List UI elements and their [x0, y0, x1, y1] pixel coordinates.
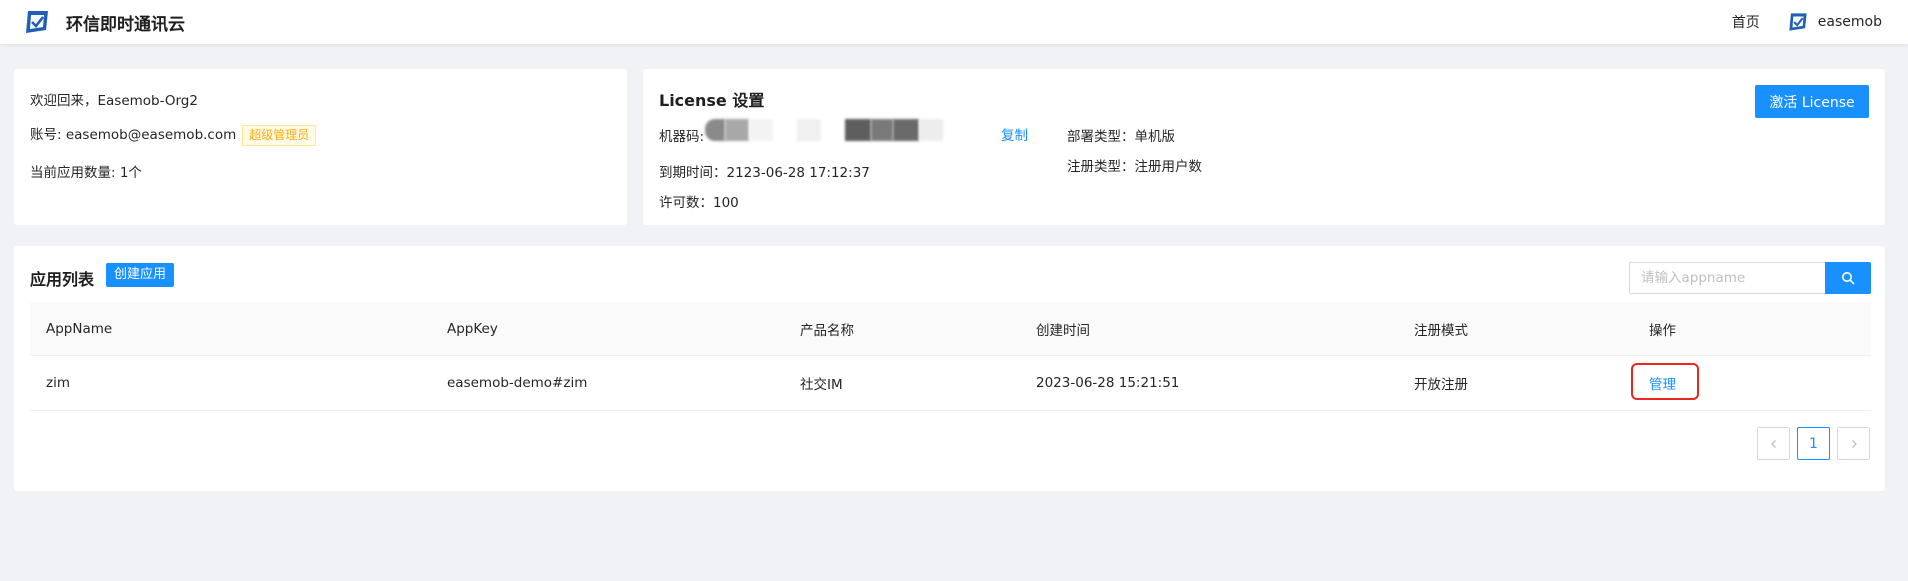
col-created: 创建时间: [1036, 322, 1090, 339]
col-action: 操作: [1649, 322, 1676, 339]
deploy-type: 部署类型：单机版: [1067, 129, 1175, 145]
app-list-card: 应用列表 创建应用 AppName AppKey 产品名称 创建时间 注册模式 …: [14, 246, 1885, 491]
cell-product: 社交IM: [800, 377, 843, 393]
prev-page-button[interactable]: [1757, 427, 1790, 460]
chevron-right-icon: [1851, 439, 1857, 448]
role-badge: 超级管理员: [242, 124, 317, 146]
username: easemob: [1817, 14, 1882, 30]
account-line: 账号: easemob@easemob.com 超级管理员: [30, 123, 317, 146]
col-register-mode: 注册模式: [1414, 322, 1468, 339]
manage-cell: 管理: [1649, 356, 1676, 410]
table-row: zim easemob-demo#zim 社交IM 2023-06-28 15:…: [30, 356, 1871, 411]
col-appkey: AppKey: [447, 320, 498, 337]
user-avatar-icon: [1789, 13, 1807, 31]
license-card: License 设置 机器码: 复制 到期时间：2123-06-28 17:12…: [643, 69, 1885, 225]
register-type: 注册类型：注册用户数: [1067, 159, 1202, 175]
top-bar: 环信即时通讯云 首页 easemob: [0, 0, 1908, 44]
expire-time: 到期时间：2123-06-28 17:12:37: [659, 165, 870, 181]
license-title: License 设置: [659, 91, 765, 110]
account-text: 账号: easemob@easemob.com: [30, 127, 237, 143]
top-right-nav: 首页 easemob: [1732, 0, 1882, 44]
activate-license-button[interactable]: 激活 License: [1755, 85, 1869, 118]
create-app-button[interactable]: 创建应用: [106, 263, 175, 287]
page-1-button[interactable]: 1: [1797, 427, 1830, 460]
cell-created: 2023-06-28 15:21:51: [1036, 375, 1180, 391]
copy-machine-code-link[interactable]: 复制: [1001, 124, 1028, 144]
app-title: 环信即时通讯云: [66, 14, 185, 35]
chevron-left-icon: [1770, 439, 1776, 448]
permit-count: 许可数：100: [659, 195, 739, 211]
welcome-greeting: 欢迎回来，Easemob-Org2: [30, 93, 198, 109]
app-count: 当前应用数量: 1个: [30, 165, 142, 181]
col-product: 产品名称: [800, 322, 854, 339]
next-page-button[interactable]: [1837, 427, 1870, 460]
search-button[interactable]: [1825, 262, 1871, 294]
app-list-title: 应用列表: [30, 270, 95, 289]
machine-code-redacted: [705, 119, 943, 141]
manage-link[interactable]: 管理: [1649, 373, 1676, 393]
table-header: AppName AppKey 产品名称 创建时间 注册模式 操作: [30, 302, 1871, 356]
home-link[interactable]: 首页: [1732, 12, 1760, 32]
app-table: AppName AppKey 产品名称 创建时间 注册模式 操作 zim eas…: [30, 302, 1871, 411]
easemob-logo-icon: [26, 11, 48, 33]
user-menu[interactable]: easemob: [1786, 11, 1882, 33]
search-icon: [1842, 272, 1855, 285]
col-appname: AppName: [46, 320, 113, 337]
cell-appname: zim: [46, 375, 70, 391]
welcome-card: 欢迎回来，Easemob-Org2 账号: easemob@easemob.co…: [14, 69, 627, 225]
appname-search-input[interactable]: [1629, 262, 1825, 294]
brand[interactable]: 环信即时通讯云: [22, 8, 185, 36]
machine-code-label: 机器码:: [659, 129, 705, 145]
cell-appkey: easemob-demo#zim: [447, 375, 588, 391]
cell-register-mode: 开放注册: [1414, 377, 1468, 393]
